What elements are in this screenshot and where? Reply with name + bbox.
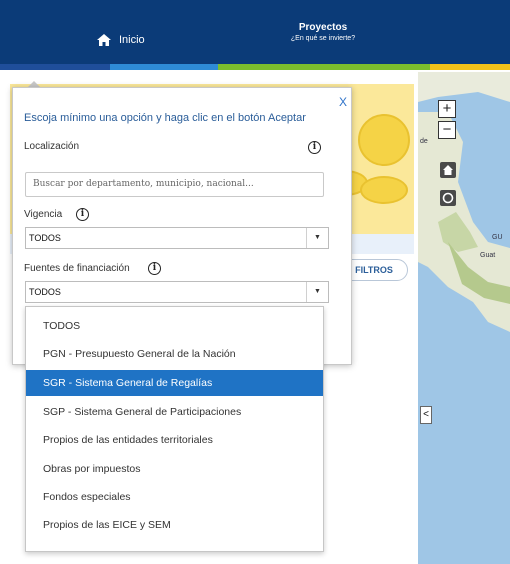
location-search-input[interactable]: Buscar por departamento, municipio, naci… [25,172,324,197]
dropdown-option-highlighted[interactable]: SGR - Sistema General de Regalías [26,370,323,396]
fuentes-label: Fuentes de financiación [24,263,130,274]
map-land [418,72,510,332]
nav-home-link[interactable]: Inicio [97,34,145,46]
dropdown-option[interactable]: TODOS [26,313,323,339]
vigencia-label: Vigencia [24,209,63,220]
zoom-in-button[interactable]: + [438,100,456,118]
map-label: GU [492,234,503,241]
fuentes-select[interactable]: TODOS ▼ [25,281,329,303]
nav-projects-title: Proyectos [298,22,348,33]
app-page: Inicio Proyectos ¿En qué se invierte? FI… [0,0,510,564]
dropdown-option[interactable]: Obras por impuestos [26,456,323,482]
top-nav-bar: Inicio Proyectos ¿En qué se invierte? [0,0,510,64]
home-icon [97,34,111,46]
accent-segment [218,64,430,70]
fuentes-dropdown-list: TODOS PGN - Presupuesto General de la Na… [25,306,324,552]
dropdown-option[interactable]: Fondos especiales [26,484,323,510]
accent-segment [0,64,110,70]
close-button[interactable]: X [339,95,347,109]
locate-icon[interactable] [440,190,456,206]
accent-segment [430,64,510,70]
nav-projects-subtitle: ¿En qué se invierte? [290,35,356,42]
map-label: Guat [480,252,496,259]
popup-instruction: Escoja mínimo una opción y haga clic en … [24,112,306,124]
map-view[interactable]: + − de GU Guat [418,72,510,564]
location-label: Localización [24,141,80,152]
zoom-out-button[interactable]: − [438,121,456,139]
map-label: de [420,138,428,145]
dropdown-option[interactable]: PGN - Presupuesto General de la Nación [26,341,323,367]
collapse-panel-button[interactable]: < [420,406,432,424]
dropdown-option[interactable]: Propios de las entidades territoriales [26,427,323,453]
coin-graphic [360,176,408,204]
info-icon[interactable]: i [308,141,321,154]
chevron-down-icon[interactable]: ▼ [306,228,328,248]
accent-segment [110,64,218,70]
dropdown-option[interactable]: SGP - Sistema General de Participaciones [26,399,323,425]
coin-graphic [358,114,410,166]
chevron-down-icon[interactable]: ▼ [306,282,328,302]
info-icon[interactable]: i [148,262,161,275]
nav-projects-link[interactable]: Proyectos ¿En qué se invierte? [268,22,378,42]
info-icon[interactable]: i [76,208,89,221]
home-icon[interactable] [440,162,456,178]
fuentes-selected-value: TODOS [29,287,61,297]
vigencia-select[interactable]: TODOS ▼ [25,227,329,249]
header-accent-bar [0,64,510,70]
nav-home-label: Inicio [119,34,145,46]
dropdown-option[interactable]: Propios de las EICE y SEM [26,512,323,538]
vigencia-selected-value: TODOS [29,233,61,243]
